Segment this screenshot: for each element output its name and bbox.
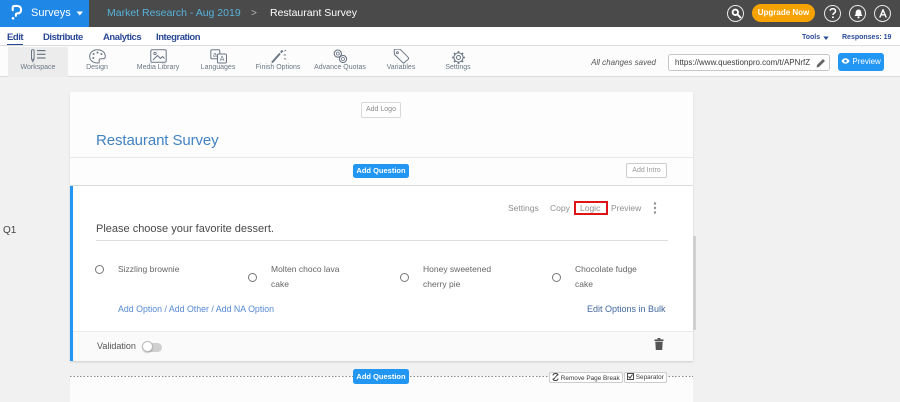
svg-text:A: A: [220, 56, 225, 63]
svg-text:a: a: [213, 52, 217, 59]
